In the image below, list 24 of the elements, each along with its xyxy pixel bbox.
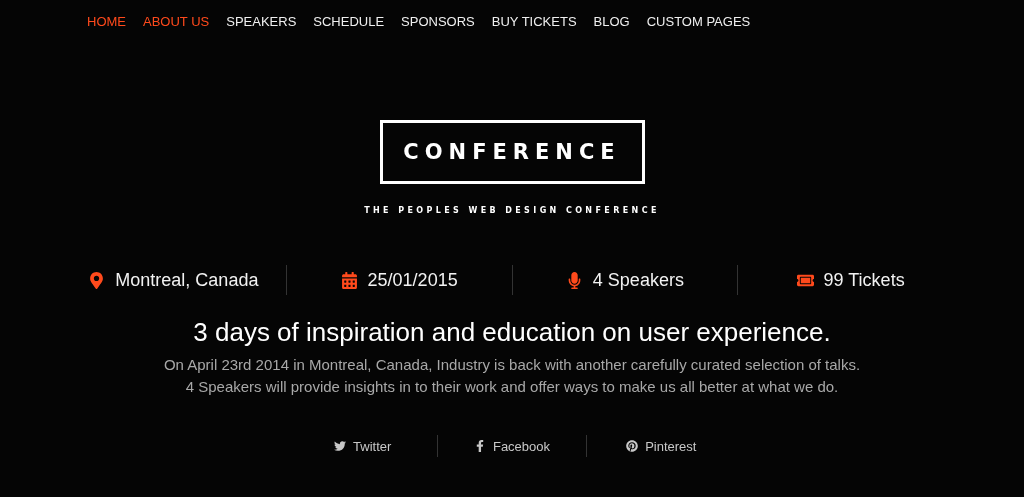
event-stat: 99 Tickets bbox=[823, 269, 905, 291]
nav-link[interactable]: SPEAKERS bbox=[226, 14, 297, 32]
nav-link[interactable]: ABOUT US bbox=[143, 14, 210, 32]
map-pin-icon bbox=[88, 271, 106, 289]
event-stat: 25/01/2015 bbox=[367, 269, 458, 291]
pinterest-icon bbox=[626, 440, 639, 452]
social-link[interactable]: Facebook bbox=[436, 435, 587, 457]
calendar-icon bbox=[340, 271, 358, 289]
logo-title: CONFERENCE bbox=[403, 140, 621, 164]
description-text: On April 23rd 2014 in Montreal, Canada, Industry is back with another carefully curated selection of talks. bbox=[163, 355, 861, 375]
description-text: 4 Speakers will provide insights in to their work and offer ways to make us all better at what we do. bbox=[185, 377, 839, 397]
nav-link[interactable]: SCHEDULE bbox=[313, 14, 385, 32]
nav-link[interactable]: BUY TICKETS bbox=[491, 14, 577, 32]
social-link[interactable]: Twitter bbox=[288, 435, 437, 457]
event-stat: 4 Speakers bbox=[592, 269, 684, 291]
nav-link[interactable]: HOME bbox=[87, 14, 126, 32]
social-link[interactable]: Pinterest bbox=[586, 435, 736, 457]
logo-tagline: THE PEOPLES WEB DESIGN CONFERENCE bbox=[364, 206, 660, 215]
nav-link[interactable]: BLOG bbox=[593, 14, 630, 32]
bird-icon bbox=[334, 440, 346, 452]
nav-link[interactable]: CUSTOM PAGES bbox=[646, 14, 751, 32]
nav-link[interactable]: SPONSORS bbox=[401, 14, 475, 32]
event-stat: Montreal, Canada bbox=[115, 269, 259, 291]
headline: 3 days of inspiration and education on user experience. bbox=[193, 317, 831, 348]
